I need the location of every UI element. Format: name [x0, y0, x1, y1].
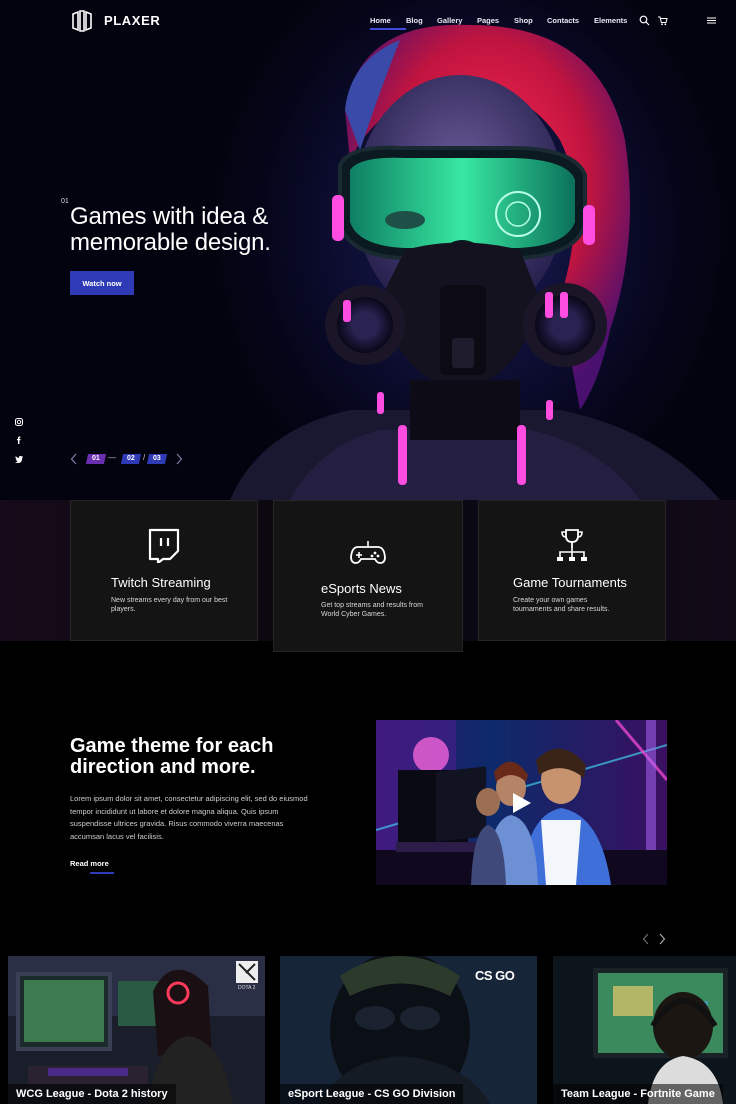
about-title-line-2: direction and more. [70, 756, 256, 778]
game-title[interactable]: WCG League - Dota 2 history [8, 1084, 176, 1104]
chevron-right-icon[interactable] [175, 453, 183, 465]
main-menu: Home Blog Gallery Pages Shop Contacts El… [370, 16, 634, 30]
pager-slash: / [143, 453, 146, 462]
nav-item-home[interactable]: Home [370, 16, 406, 30]
read-more-link[interactable]: Read more [70, 859, 109, 868]
csgo-logo: CS GO [475, 968, 515, 983]
hero-pager: 01 — 02 / 03 [70, 451, 190, 467]
game-card-fortnite[interactable]: Team League - Fortnite Game [553, 956, 736, 1104]
about-title: Game theme for each direction and more. [70, 736, 330, 778]
pager-separator: — [108, 453, 116, 462]
feature-text: New streams every day from our best play… [111, 597, 228, 613]
twitch-icon [148, 528, 180, 563]
twitter-icon[interactable] [14, 454, 24, 464]
cart-icon[interactable] [657, 15, 668, 26]
feature-title: Twitch Streaming [111, 575, 211, 590]
carousel-next-icon[interactable] [657, 933, 667, 945]
feature-card-esports-news[interactable]: eSports News Get top streams and results… [273, 500, 463, 652]
plaxer-logo-icon[interactable] [70, 10, 94, 32]
pager-dot-2[interactable]: 02 [120, 454, 142, 464]
feature-title: eSports News [321, 581, 402, 596]
carousel-prev-icon[interactable] [641, 933, 651, 945]
read-more-underline [90, 872, 114, 874]
nav-item-contacts[interactable]: Contacts [547, 16, 594, 25]
trophy-icon [557, 529, 587, 561]
feature-text: Get top streams and results from World C… [321, 602, 423, 618]
hero-title: Games with idea & memorable design. [70, 204, 330, 256]
dota2-gamer-image [8, 956, 265, 1104]
gamepad-icon [350, 541, 386, 564]
slide-number: 01 [61, 198, 69, 205]
hero-title-line-2: memorable design. [70, 229, 271, 256]
feature-title: Game Tournaments [513, 575, 627, 590]
search-icon[interactable] [639, 15, 650, 26]
instagram-icon[interactable] [14, 417, 24, 427]
brand-name[interactable]: PLAXER [104, 13, 160, 28]
fortnite-gamer-image [553, 956, 736, 1104]
top-navigation: PLAXER Home Blog Gallery Pages Shop Cont… [0, 0, 736, 44]
nav-item-blog[interactable]: Blog [406, 16, 437, 25]
game-title[interactable]: Team League - Fortnite Game [553, 1084, 723, 1104]
feature-card-twitch[interactable]: Twitch Streaming New streams every day f… [70, 500, 258, 641]
play-icon[interactable] [512, 792, 532, 814]
game-title[interactable]: eSport League - CS GO Division [280, 1084, 464, 1104]
menu-icon[interactable] [706, 15, 717, 26]
nav-item-pages[interactable]: Pages [477, 16, 514, 25]
pager-dot-1[interactable]: 01 [85, 454, 107, 464]
watch-now-button[interactable]: Watch now [70, 271, 134, 295]
feature-card-tournaments[interactable]: Game Tournaments Create your own games t… [478, 500, 666, 641]
pager-dot-3[interactable]: 03 [146, 454, 168, 464]
chevron-left-icon[interactable] [70, 453, 78, 465]
about-title-line-1: Game theme for each [70, 735, 274, 757]
nav-item-gallery[interactable]: Gallery [437, 16, 477, 25]
nav-item-shop[interactable]: Shop [514, 16, 547, 25]
about-text: Lorem ipsum dolor sit amet, consectetur … [70, 794, 308, 841]
game-card-csgo[interactable]: CS GO eSport League - CS GO Division [280, 956, 537, 1104]
hero-section: PLAXER Home Blog Gallery Pages Shop Cont… [0, 0, 736, 500]
feature-text: Create your own games tournaments and sh… [513, 597, 610, 613]
facebook-icon[interactable] [14, 435, 24, 445]
nav-item-elements[interactable]: Elements [594, 16, 634, 25]
dota2-badge: DOTA 2 [238, 985, 256, 991]
game-card-dota2[interactable]: DOTA 2 WCG League - Dota 2 history [8, 956, 265, 1104]
hero-title-line-1: Games with idea & [70, 203, 269, 230]
